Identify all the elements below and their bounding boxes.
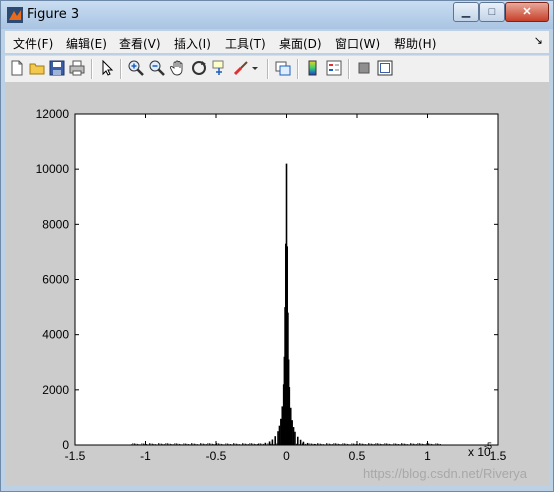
close-button[interactable]: ✕: [505, 2, 549, 22]
matlab-logo-icon: [7, 7, 23, 23]
legend-icon[interactable]: [325, 59, 343, 77]
y-tick-label: 4000: [42, 328, 69, 342]
x-tick-label: 0.5: [349, 449, 366, 463]
link-plot-icon[interactable]: [274, 59, 292, 77]
toolbar-separator: [267, 59, 269, 79]
x-tick-label: -0.5: [206, 449, 227, 463]
histogram-plot[interactable]: -1.5 -1 -0.5 0 0.5 1 1.5 020004000600080001000…: [5, 82, 549, 486]
x-tick-label: -1: [140, 449, 151, 463]
brush-dropdown-icon[interactable]: [250, 59, 260, 77]
figure-canvas: -1.5 -1 -0.5 0 0.5 1 1.5 0 2000 4000 6000 8000 1000…: [5, 82, 549, 486]
brush-icon[interactable]: [232, 59, 250, 77]
zoom-in-icon[interactable]: [127, 59, 145, 77]
colorbar-icon[interactable]: [304, 59, 322, 77]
pointer-icon[interactable]: [98, 59, 116, 77]
toolbar-separator: [120, 59, 122, 79]
new-file-icon[interactable]: [8, 59, 26, 77]
open-folder-icon[interactable]: [28, 59, 46, 77]
x-tick-label: 1: [424, 449, 431, 463]
menu-insert[interactable]: 插入(I): [174, 35, 211, 52]
show-plot-tools-icon[interactable]: [376, 59, 394, 77]
menu-tools[interactable]: 工具(T): [225, 35, 266, 52]
maximize-button[interactable]: □: [479, 2, 505, 22]
menu-edit[interactable]: 编辑(E): [66, 35, 107, 52]
y-tick-label: 6000: [42, 273, 69, 287]
toolbar: [5, 55, 549, 82]
x-multiplier-exponent: -5: [484, 441, 492, 451]
watermark-text: https://blog.csdn.net/Riverya: [363, 466, 528, 481]
pan-hand-icon[interactable]: [169, 59, 187, 77]
rotate-3d-icon[interactable]: [190, 59, 208, 77]
minimize-button[interactable]: ▁: [453, 2, 479, 22]
menu-help[interactable]: 帮助(H): [394, 35, 436, 52]
menu-dock-arrow-icon[interactable]: ↘: [534, 34, 543, 47]
x-tick-label: 1.5: [490, 449, 507, 463]
menu-bar: 文件(F) 编辑(E) 查看(V) 插入(I) 工具(T) 桌面(D) 窗口(W…: [5, 31, 549, 53]
menu-desktop[interactable]: 桌面(D): [279, 35, 322, 52]
y-tick-label: 12000: [36, 107, 70, 121]
print-icon[interactable]: [68, 59, 86, 77]
figure-window: Figure 3 ▁ □ ✕ 文件(F) 编辑(E) 查看(V) 插入(I) 工…: [0, 0, 554, 492]
toolbar-separator: [348, 59, 350, 79]
zoom-out-icon[interactable]: [148, 59, 166, 77]
toolbar-separator: [91, 59, 93, 79]
menu-window[interactable]: 窗口(W): [335, 35, 380, 52]
toolbar-separator: [297, 59, 299, 79]
menu-view[interactable]: 查看(V): [119, 35, 161, 52]
y-tick-label: 8000: [42, 217, 69, 231]
hide-plot-tools-icon[interactable]: [355, 59, 373, 77]
title-bar[interactable]: Figure 3 ▁ □ ✕: [1, 1, 553, 29]
x-tick-label: 0: [283, 449, 290, 463]
menu-file[interactable]: 文件(F): [13, 35, 53, 52]
y-tick-label: 2000: [42, 383, 69, 397]
y-tick-label: 10000: [36, 162, 70, 176]
save-icon[interactable]: [48, 59, 66, 77]
data-cursor-icon[interactable]: [211, 59, 229, 77]
window-title: Figure 3: [27, 7, 80, 22]
y-tick-label: 0: [62, 438, 69, 452]
